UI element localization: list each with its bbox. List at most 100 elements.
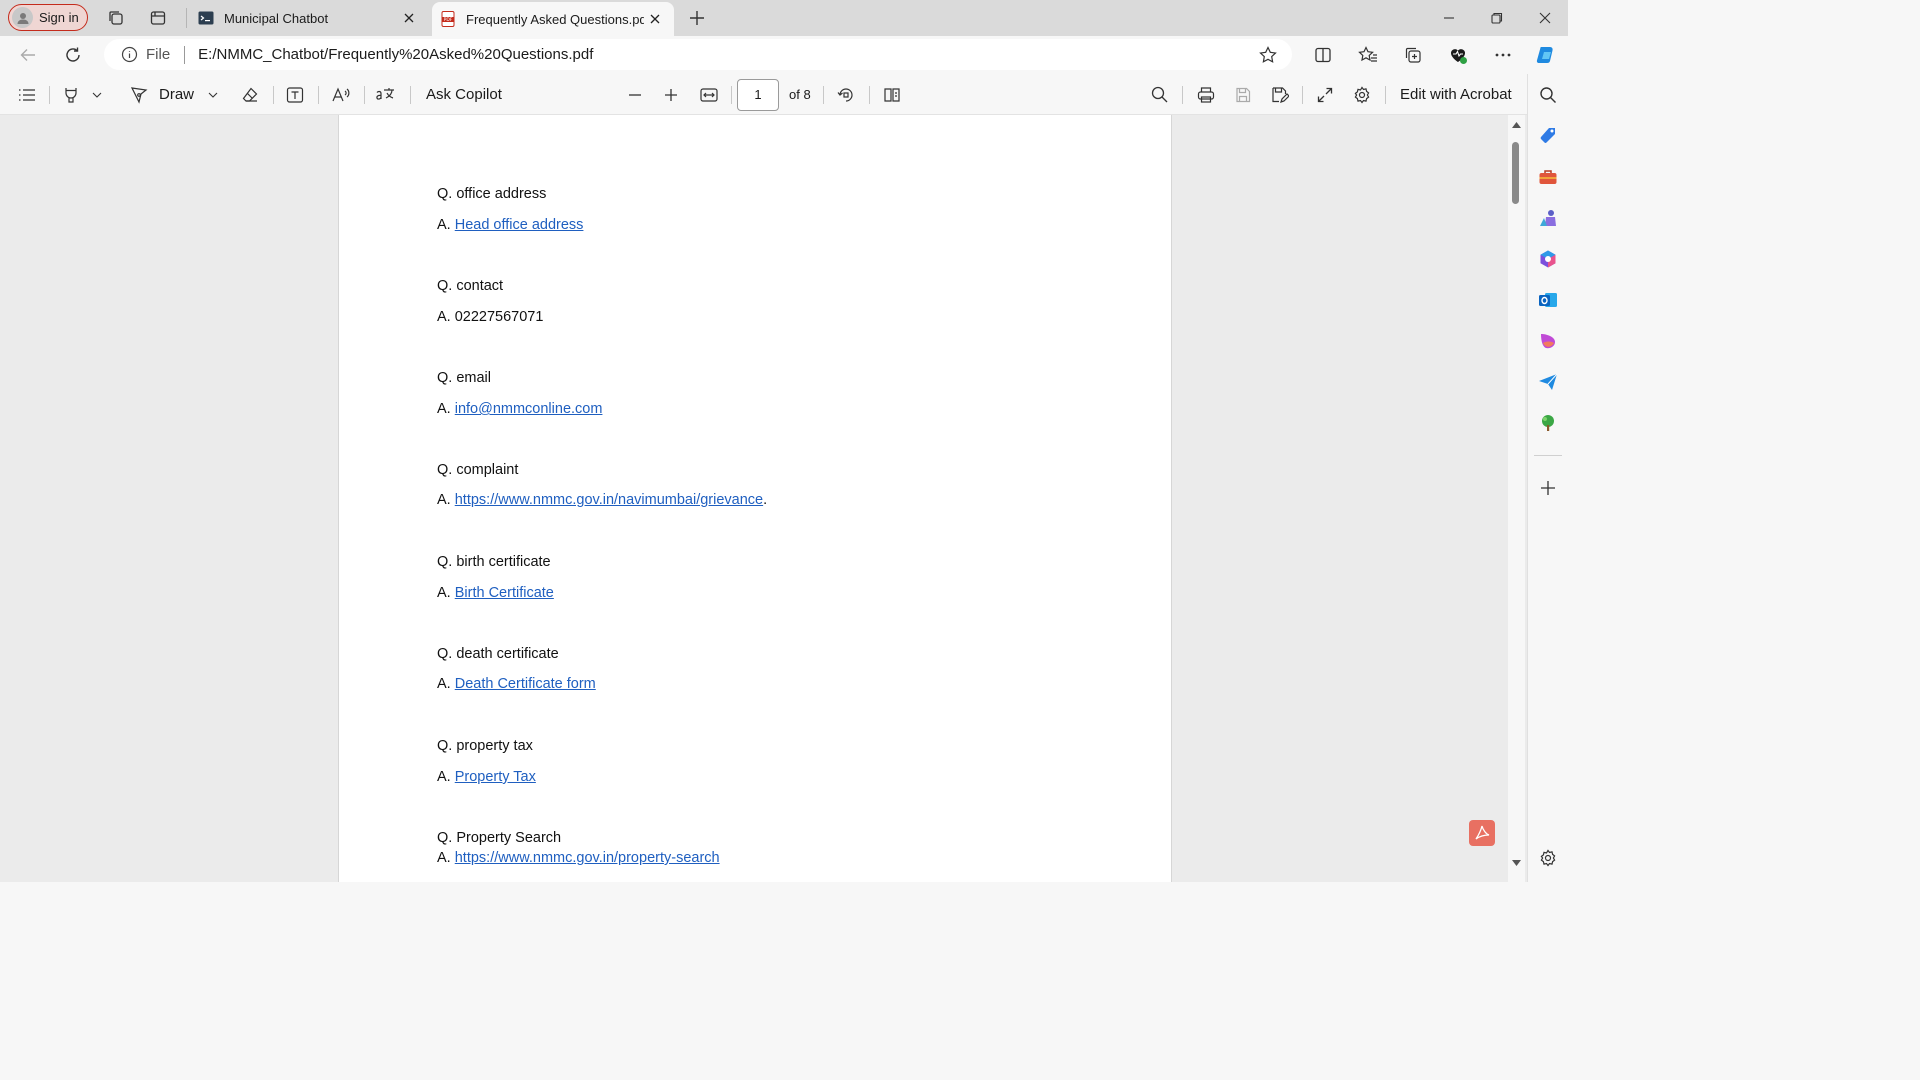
draw-label: Draw — [159, 86, 195, 103]
browser-essentials-icon[interactable] — [1446, 43, 1470, 67]
new-tab-icon[interactable] — [685, 6, 709, 30]
answer-link[interactable]: info@nmmconline.com — [455, 401, 603, 417]
scroll-down-icon[interactable] — [1511, 858, 1522, 868]
chevron-down-icon[interactable] — [89, 74, 105, 115]
answer-link[interactable]: Head office address — [455, 217, 584, 233]
outlook-icon[interactable] — [1536, 288, 1560, 312]
tab-faq-pdf[interactable]: PDF Frequently Asked Questions.pdf — [432, 2, 674, 36]
tab-municipal-chatbot[interactable]: Municipal Chatbot — [190, 2, 428, 34]
zoom-out-icon[interactable] — [623, 74, 647, 115]
answer-link[interactable]: Birth Certificate — [455, 585, 554, 601]
faq-question: Q. death certificate — [437, 646, 559, 662]
tab-separator — [186, 8, 187, 28]
toolbar-separator — [49, 86, 50, 104]
refresh-icon[interactable] — [61, 43, 85, 67]
copilot-icon[interactable] — [1533, 42, 1559, 68]
faq-question: Q. contact — [437, 278, 504, 294]
sidebar-search-icon[interactable] — [1536, 83, 1560, 107]
more-options-icon[interactable] — [1491, 43, 1515, 67]
print-icon[interactable] — [1194, 74, 1218, 115]
full-screen-icon[interactable] — [1313, 74, 1337, 115]
faq-answer: A. Property Tax — [437, 769, 536, 785]
add-sidebar-app-icon[interactable] — [1536, 476, 1560, 500]
send-icon[interactable] — [1536, 370, 1560, 394]
collections-icon[interactable] — [1401, 43, 1425, 67]
favorite-star-icon[interactable] — [1258, 45, 1278, 65]
zoom-in-icon[interactable] — [659, 74, 683, 115]
address-row: File E:/NMMC_Chatbot/Frequently%20Asked%… — [0, 36, 1568, 74]
table-of-contents-icon[interactable] — [15, 74, 39, 115]
add-text-icon[interactable] — [283, 74, 307, 115]
toolbar-separator — [1385, 86, 1386, 104]
ask-copilot-button[interactable]: Ask Copilot — [426, 74, 502, 115]
profile-avatar-icon — [12, 7, 33, 28]
rotate-icon[interactable] — [834, 74, 858, 115]
answer-prefix: A. — [437, 492, 455, 508]
page-number-input[interactable]: 1 — [737, 79, 779, 111]
toolbar-separator — [1182, 86, 1183, 104]
close-tab-icon[interactable] — [398, 7, 420, 29]
fit-to-width-icon[interactable] — [697, 74, 721, 115]
faq-question: Q. Property Search — [437, 830, 562, 846]
edge-sidebar — [1527, 74, 1568, 882]
favorites-icon[interactable] — [1356, 43, 1380, 67]
close-tab-icon[interactable] — [644, 8, 666, 30]
save-icon[interactable] — [1231, 74, 1255, 115]
chevron-down-icon[interactable] — [205, 74, 221, 115]
answer-prefix: A. — [437, 850, 455, 866]
answer-link[interactable]: Property Tax — [455, 769, 536, 785]
tab-label: Municipal Chatbot — [224, 10, 329, 26]
shopping-tag-icon[interactable] — [1536, 124, 1560, 148]
designer-icon[interactable] — [1536, 329, 1560, 353]
save-as-icon[interactable] — [1268, 74, 1292, 115]
workspaces-icon[interactable] — [104, 6, 128, 30]
tree-icon[interactable] — [1536, 411, 1560, 435]
faq-question: Q. birth certificate — [437, 554, 551, 570]
pdf-viewer[interactable]: Q. office address A. Head office address Q… — [0, 115, 1527, 882]
address-bar[interactable]: File E:/NMMC_Chatbot/Frequently%20Asked%… — [104, 39, 1292, 70]
restore-icon[interactable] — [1485, 6, 1509, 30]
faq-question: Q. complaint — [437, 462, 519, 478]
page-view-icon[interactable] — [880, 74, 904, 115]
tools-briefcase-icon[interactable] — [1536, 165, 1560, 189]
acrobat-icon[interactable] — [1469, 820, 1495, 846]
read-aloud-icon[interactable] — [329, 74, 353, 115]
faq-answer: A. Birth Certificate — [437, 585, 554, 601]
faq-question: Q. email — [437, 370, 491, 386]
toolbar-separator — [731, 86, 732, 104]
pdf-page: Q. office address A. Head office address Q… — [338, 115, 1172, 882]
close-window-icon[interactable] — [1533, 6, 1557, 30]
answer-prefix: A. — [437, 585, 455, 601]
answer-link[interactable]: https://www.nmmc.gov.in/property-search — [455, 850, 720, 866]
scrollbar-thumb[interactable] — [1512, 142, 1519, 204]
answer-prefix: A. — [437, 217, 455, 233]
split-screen-icon[interactable] — [1311, 43, 1335, 67]
settings-gear-icon[interactable] — [1350, 74, 1374, 115]
answer-link[interactable]: https://www.nmmc.gov.in/navimumbai/griev… — [455, 492, 763, 508]
answer-link[interactable]: Death Certificate form — [455, 676, 596, 692]
url-text[interactable]: E:/NMMC_Chatbot/Frequently%20Asked%20Que… — [198, 46, 593, 63]
faq-answer: A. Death Certificate form — [437, 676, 596, 692]
highlight-icon[interactable] — [59, 74, 83, 115]
back-icon[interactable] — [16, 43, 40, 67]
translate-icon[interactable] — [374, 74, 398, 115]
sidebar-settings-icon[interactable] — [1536, 846, 1560, 870]
draw-button[interactable]: Draw — [128, 74, 194, 115]
pdf-toolbar: Draw Ask Copilot 1 of 8 Edit with Acroba… — [0, 74, 1527, 115]
answer-prefix: A. — [437, 769, 455, 785]
sign-in-button[interactable]: Sign in — [8, 4, 88, 31]
eraser-icon[interactable] — [238, 74, 262, 115]
toolbar-separator — [1302, 86, 1303, 104]
edit-with-acrobat-button[interactable]: Edit with Acrobat — [1400, 74, 1512, 115]
search-icon[interactable] — [1147, 74, 1171, 115]
vertical-scrollbar[interactable] — [1508, 115, 1525, 882]
draw-pen-icon — [128, 84, 150, 106]
faq-answer: A. 02227567071 — [437, 309, 543, 325]
minimize-icon[interactable] — [1437, 6, 1461, 30]
microsoft-365-icon[interactable] — [1536, 247, 1560, 271]
games-icon[interactable] — [1536, 206, 1560, 230]
toolbar-separator — [318, 86, 319, 104]
scroll-up-icon[interactable] — [1511, 120, 1522, 130]
info-icon[interactable] — [120, 46, 138, 64]
tab-actions-icon[interactable] — [146, 6, 170, 30]
